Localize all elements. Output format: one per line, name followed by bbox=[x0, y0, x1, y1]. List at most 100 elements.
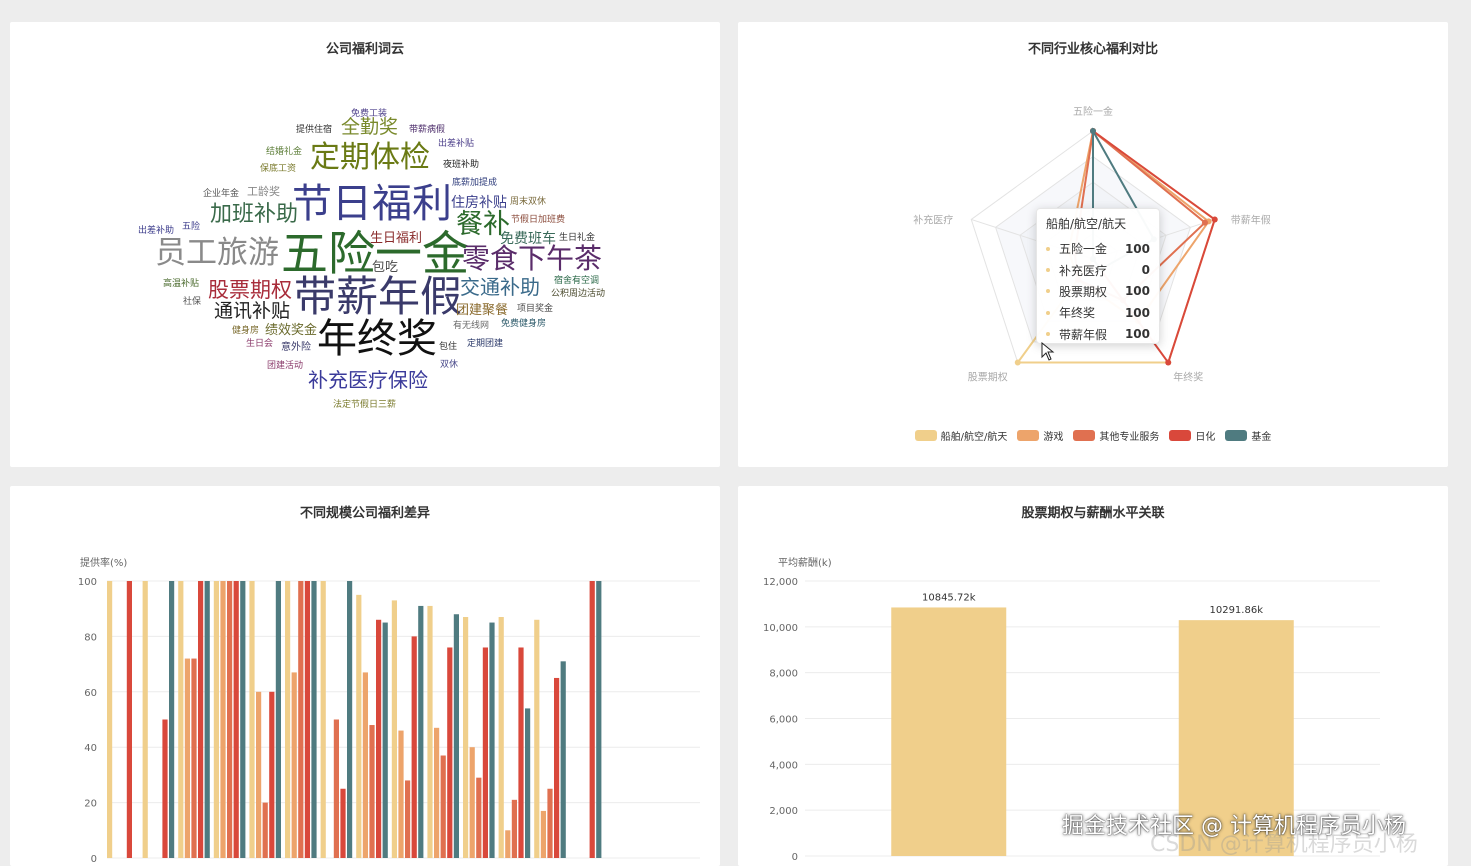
legend-item[interactable]: 日化 bbox=[1169, 428, 1215, 443]
legend-item[interactable]: 游戏 bbox=[1017, 428, 1063, 443]
cloud-word: 工龄奖 bbox=[247, 185, 280, 198]
tooltip-row-name: 补充医疗 bbox=[1059, 263, 1108, 278]
legend-item[interactable]: 其他专业服务 bbox=[1073, 428, 1159, 443]
cloud-word: 零食下午茶 bbox=[462, 242, 603, 275]
bar bbox=[369, 725, 375, 858]
cloud-word: 年终奖 bbox=[317, 316, 437, 362]
bar bbox=[233, 581, 239, 858]
tooltip-row-name: 年终奖 bbox=[1059, 306, 1096, 321]
tooltip-title: 船舶/航空/航天 bbox=[1046, 217, 1127, 231]
bar bbox=[411, 636, 417, 858]
legend-item[interactable]: 基金 bbox=[1225, 428, 1271, 443]
radar-point bbox=[1165, 359, 1172, 366]
cloud-word: 通讯补贴 bbox=[214, 300, 291, 322]
series-dot-icon bbox=[1046, 310, 1050, 315]
bar bbox=[511, 799, 517, 858]
bar bbox=[204, 581, 210, 858]
watermark: 掘金技术社区 @ 计算机程序员小杨 bbox=[1062, 814, 1406, 839]
radar-point bbox=[1201, 219, 1208, 226]
cloud-word: 定期体检 bbox=[310, 140, 430, 175]
cloud-word: 住房补贴 bbox=[451, 195, 507, 211]
series-dot-icon bbox=[1046, 246, 1050, 251]
cloud-word: 带薪病假 bbox=[409, 125, 446, 135]
bar bbox=[362, 672, 368, 858]
bar bbox=[596, 581, 602, 858]
bar bbox=[304, 581, 310, 858]
cloud-word: 交通补助 bbox=[460, 275, 540, 299]
y-tick-label: 10,000 bbox=[763, 623, 798, 634]
bar bbox=[418, 605, 424, 858]
tooltip-row: 年终奖 100 bbox=[1046, 302, 1150, 323]
radar-tooltip: 船舶/航空/航天 五险一金 100 补充医疗 0 股票期权 100 年终奖 100 带薪… bbox=[1036, 208, 1160, 344]
y-tick-label: 20 bbox=[84, 799, 97, 810]
legend-swatch bbox=[1225, 430, 1248, 441]
bar bbox=[489, 622, 495, 858]
bar bbox=[220, 581, 226, 858]
legend-label: 基金 bbox=[1251, 432, 1272, 443]
bar bbox=[275, 581, 281, 858]
cloud-word: 结婚礼金 bbox=[266, 147, 303, 157]
cloud-word: 团建活动 bbox=[267, 361, 304, 371]
mouse-cursor-icon bbox=[1041, 342, 1055, 361]
radar-indicator-label: 带薪年假 bbox=[1231, 213, 1271, 226]
legend-swatch bbox=[914, 430, 937, 441]
cloud-word: 带薪年假 bbox=[294, 272, 463, 321]
cloud-word: 生日会 bbox=[246, 339, 274, 349]
cloud-word: 补充医疗保险 bbox=[308, 368, 428, 392]
bar bbox=[547, 788, 553, 858]
y-tick-label: 8,000 bbox=[769, 669, 798, 680]
cloud-word: 法定节假日三薪 bbox=[333, 400, 397, 410]
cloud-word: 公积周边活动 bbox=[551, 289, 606, 299]
cloud-word: 社保 bbox=[183, 297, 202, 307]
cloud-word: 保底工资 bbox=[260, 164, 297, 174]
y-tick-label: 80 bbox=[84, 632, 97, 643]
bar bbox=[482, 647, 488, 858]
y-tick-label: 100 bbox=[78, 577, 97, 588]
y-axis-title: 平均薪酬(k) bbox=[778, 557, 832, 569]
series-dot-icon bbox=[1046, 268, 1050, 273]
cloud-word: 意外险 bbox=[281, 342, 311, 353]
y-axis-title: 提供率(%) bbox=[80, 556, 127, 569]
legend-item[interactable]: 船舶/航空/航天 bbox=[914, 428, 1007, 443]
radar-indicator-label: 年终奖 bbox=[1173, 371, 1203, 384]
cloud-word: 包住 bbox=[439, 342, 458, 352]
bar bbox=[240, 581, 246, 858]
cloud-word: 底薪加提成 bbox=[452, 178, 498, 188]
y-tick-label: 12,000 bbox=[763, 577, 798, 588]
data-label: 10291.86k bbox=[1209, 605, 1263, 616]
bar bbox=[227, 581, 233, 858]
bar bbox=[262, 802, 268, 858]
tooltip-row-value: 100 bbox=[1124, 305, 1150, 320]
radar-indicator-label: 补充医疗 bbox=[913, 213, 953, 226]
word-cloud: 免费工装 提供住宿 全勤奖 带薪病假 结婚礼金 定期体检 出差补贴 保底工资 夜班补助 企业年金工… bbox=[10, 22, 720, 467]
tooltip-row-value: 100 bbox=[1124, 241, 1150, 256]
tooltip-row: 补充医疗 0 bbox=[1046, 259, 1150, 280]
bar bbox=[891, 607, 1007, 856]
cloud-word: 节假日加班费 bbox=[511, 215, 566, 225]
bar bbox=[184, 658, 190, 858]
legend-swatch bbox=[1073, 430, 1096, 441]
cloud-word: 员工旅游 bbox=[155, 235, 279, 271]
bar bbox=[298, 581, 304, 858]
cloud-word: 项目奖金 bbox=[517, 304, 554, 314]
bar bbox=[340, 788, 346, 858]
bar bbox=[405, 780, 411, 858]
wordcloud-panel: 公司福利词云 免费工装 提供住宿 全勤奖 带薪病假 结婚礼金 定期体检 出差补贴 保底工资 夜班… bbox=[10, 22, 720, 467]
tooltip-row-value: 100 bbox=[1124, 284, 1150, 299]
bar bbox=[320, 581, 326, 858]
bar bbox=[447, 647, 453, 858]
cloud-word: 绩效奖金 bbox=[265, 323, 318, 338]
radar-indicator-label: 股票期权 bbox=[968, 371, 1008, 384]
cloud-word: 双休 bbox=[440, 360, 459, 370]
cloud-word: 全勤奖 bbox=[341, 116, 399, 138]
bar bbox=[249, 581, 255, 858]
bar bbox=[505, 830, 511, 858]
cloud-word: 企业年金 bbox=[203, 189, 240, 199]
legend-swatch bbox=[1169, 430, 1192, 441]
bar bbox=[291, 672, 297, 858]
bar bbox=[333, 719, 339, 858]
bar bbox=[534, 619, 540, 858]
bar bbox=[476, 777, 482, 858]
legend-swatch bbox=[1017, 430, 1040, 441]
bar bbox=[518, 647, 524, 858]
